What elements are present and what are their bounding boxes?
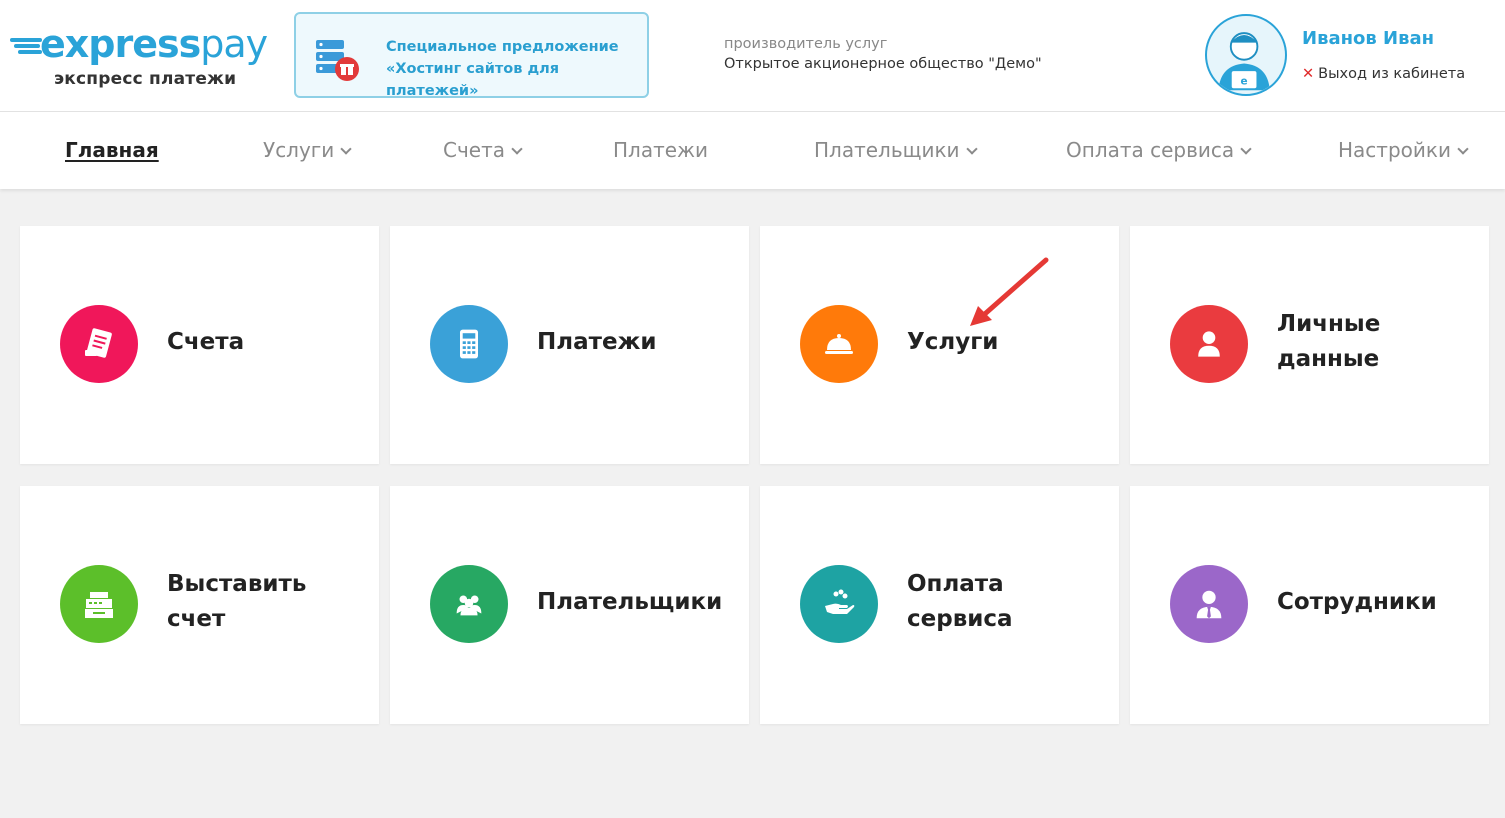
user-name[interactable]: Иванов Иван bbox=[1302, 28, 1434, 49]
tile-label-line1: Личные bbox=[1277, 311, 1381, 337]
promo-banner[interactable]: Специальное предложение «Хостинг сайтов … bbox=[294, 12, 649, 99]
tile-label: Сотрудники bbox=[1277, 585, 1437, 620]
logout-label: Выход из кабинета bbox=[1318, 66, 1466, 82]
tile-label-line1: Выставить bbox=[167, 571, 307, 597]
tile-label-line1: Счета bbox=[167, 329, 245, 355]
nav-item-settings[interactable]: Настройки bbox=[1338, 138, 1469, 162]
svg-text:e: e bbox=[1241, 75, 1248, 87]
users-icon bbox=[430, 565, 508, 643]
provider-label: производитель услуг bbox=[724, 36, 888, 52]
logo-subtitle: экспресс платежи bbox=[54, 69, 237, 89]
tile-label-line1: Услуги bbox=[907, 329, 999, 355]
promo-line1: Специальное предложение bbox=[386, 39, 619, 55]
tile-issue-invoice[interactable]: Выставить счет bbox=[20, 486, 379, 724]
tile-label: Оплата сервиса bbox=[907, 567, 1013, 637]
promo-line2: «Хостинг сайтов для платежей» bbox=[386, 61, 560, 99]
nav-item-payers[interactable]: Плательщики bbox=[814, 138, 978, 162]
chevron-down-icon bbox=[1457, 143, 1469, 155]
close-icon: ✕ bbox=[1302, 66, 1315, 82]
logo-wordmark: expresspay bbox=[40, 22, 268, 66]
main-nav: Главная Услуги Счета Платежи Плательщики… bbox=[0, 112, 1505, 189]
tile-label: Личные данные bbox=[1277, 307, 1380, 377]
expresspay-logo[interactable]: expresspay экспресс платежи bbox=[10, 22, 268, 92]
nav-item-label: Оплата сервиса bbox=[1066, 138, 1235, 162]
tile-payers[interactable]: Плательщики bbox=[390, 486, 749, 724]
header: expresspay экспресс платежи Специальное … bbox=[0, 0, 1505, 112]
chevron-down-icon bbox=[511, 143, 523, 155]
nav-item-label: Счета bbox=[443, 138, 505, 162]
nav-item-label: Услуги bbox=[263, 138, 335, 162]
logout-link[interactable]: ✕ Выход из кабинета bbox=[1302, 66, 1465, 82]
nav-item-label: Главная bbox=[65, 138, 159, 162]
person-icon bbox=[1170, 305, 1248, 383]
nav-item-label: Настройки bbox=[1338, 138, 1451, 162]
tile-label: Платежи bbox=[537, 325, 657, 360]
nav-item-home[interactable]: Главная bbox=[65, 138, 159, 162]
tile-employees[interactable]: Сотрудники bbox=[1130, 486, 1489, 724]
chevron-down-icon bbox=[965, 143, 978, 155]
user-avatar[interactable]: e bbox=[1205, 14, 1287, 96]
chevron-down-icon bbox=[1240, 143, 1252, 155]
nav-item-payments[interactable]: Платежи bbox=[613, 138, 708, 162]
logo-pay-text: pay bbox=[200, 22, 268, 66]
logo-express-text: express bbox=[40, 22, 201, 66]
nav-item-label: Плательщики bbox=[814, 138, 960, 162]
tile-service-payment[interactable]: Оплата сервиса bbox=[760, 486, 1119, 724]
promo-text: Специальное предложение «Хостинг сайтов … bbox=[386, 36, 647, 102]
tile-services[interactable]: Услуги bbox=[760, 226, 1119, 464]
nav-item-invoices[interactable]: Счета bbox=[443, 138, 523, 162]
employee-icon bbox=[1170, 565, 1248, 643]
nav-item-service-payment[interactable]: Оплата сервиса bbox=[1066, 138, 1252, 162]
tile-label-line2: счет bbox=[167, 606, 226, 632]
tile-label-line1: Платежи bbox=[537, 329, 657, 355]
tile-label-line1: Плательщики bbox=[537, 589, 723, 615]
provider-name: Открытое акционерное общество "Демо" bbox=[724, 56, 1042, 72]
user-avatar-icon: e bbox=[1218, 32, 1270, 91]
cloche-icon bbox=[800, 305, 878, 383]
chevron-down-icon bbox=[340, 143, 352, 155]
hand-coins-icon bbox=[800, 565, 878, 643]
server-gift-icon bbox=[316, 40, 359, 81]
nav-item-label: Платежи bbox=[613, 138, 709, 162]
cash-register-icon bbox=[60, 565, 138, 643]
tile-payments[interactable]: Платежи bbox=[390, 226, 749, 464]
calculator-icon bbox=[430, 305, 508, 383]
tile-label-line2: данные bbox=[1277, 346, 1380, 372]
tile-label-line2: сервиса bbox=[907, 606, 1013, 632]
provider-info: производитель услуг Открытое акционерное… bbox=[724, 34, 1042, 74]
tile-label: Услуги bbox=[907, 325, 998, 360]
tile-personal-data[interactable]: Личные данные bbox=[1130, 226, 1489, 464]
tile-label: Счета bbox=[167, 325, 244, 360]
tile-invoices[interactable]: Счета bbox=[20, 226, 379, 464]
nav-item-services[interactable]: Услуги bbox=[263, 138, 352, 162]
tile-label-line1: Оплата bbox=[907, 571, 1004, 597]
tile-label-line1: Сотрудники bbox=[1277, 589, 1437, 615]
tile-label: Выставить счет bbox=[167, 567, 306, 637]
invoice-icon bbox=[60, 305, 138, 383]
tile-label: Плательщики bbox=[537, 585, 722, 620]
